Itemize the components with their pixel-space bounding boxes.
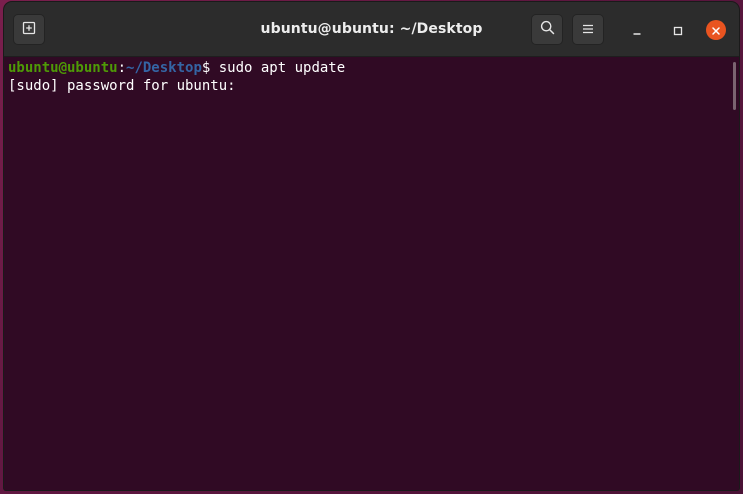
minimize-button[interactable] [627,20,647,40]
scrollbar[interactable] [733,62,736,110]
search-button[interactable] [531,14,563,45]
maximize-button[interactable] [668,20,688,40]
title-bar[interactable]: ubuntu@ubuntu: ~/Desktop [4,2,739,57]
close-icon [711,21,721,40]
prompt-user-host: ubuntu@ubuntu [8,60,118,76]
hamburger-menu-icon [582,20,594,39]
output-line: [sudo] password for ubuntu: [8,78,236,94]
terminal-window: ubuntu@ubuntu: ~/Desktop ubuntu@ubuntu:~… [4,2,739,490]
close-button[interactable] [706,20,726,40]
prompt-symbol: $ [201,60,219,76]
prompt-colon: : [117,60,127,76]
command-text: sudo apt update [218,60,346,76]
terminal-area[interactable]: ubuntu@ubuntu:~/Desktop$ sudo apt update… [4,57,739,490]
maximize-icon [673,21,683,40]
search-icon [540,20,555,39]
minimize-icon [632,21,642,40]
command-line: ubuntu@ubuntu:~/Desktop$ sudo apt update [8,59,739,77]
prompt-path: ~/Desktop [126,60,202,76]
menu-button[interactable] [572,14,604,45]
